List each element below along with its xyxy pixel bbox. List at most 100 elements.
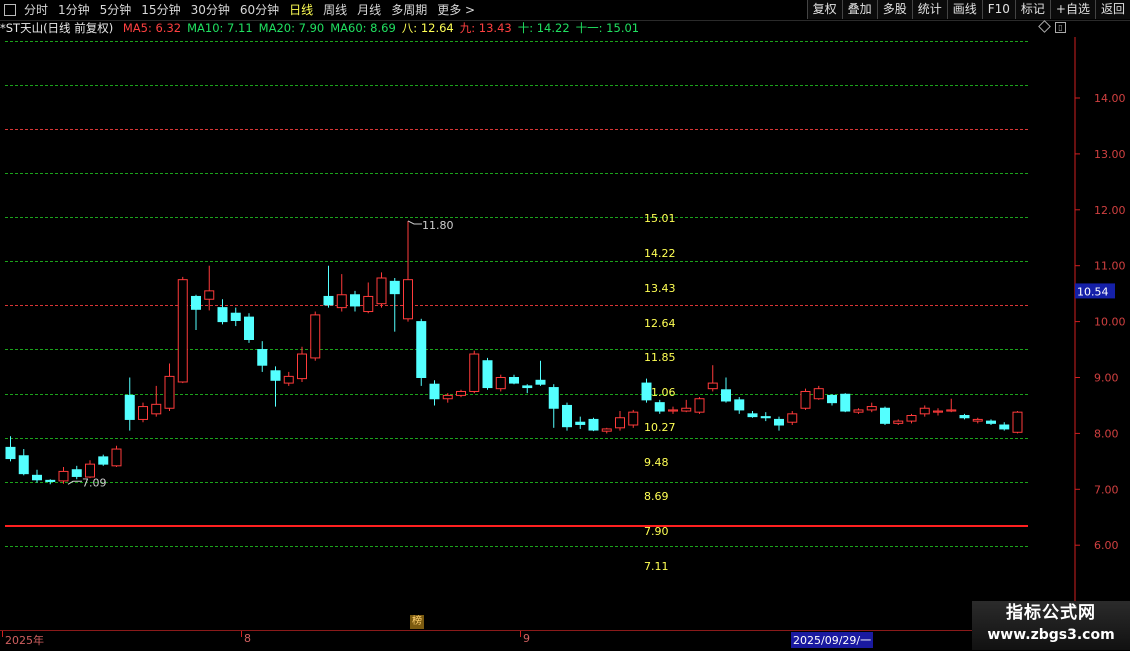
date-axis-tick (520, 631, 521, 637)
chart-controls: ▯ (1038, 20, 1066, 33)
tab-8[interactable]: 月线 (352, 0, 386, 20)
candle-body (257, 349, 268, 366)
tab-9[interactable]: 多周期 (386, 0, 432, 20)
indicator-value-3: MA60: 8.69 (330, 21, 396, 35)
candle-body (747, 413, 758, 418)
candle-body (522, 385, 533, 389)
candle-body (893, 420, 904, 424)
candle-body (827, 394, 837, 404)
y-tick-label: 14.00 (1094, 92, 1126, 105)
level-label: 7.11 (644, 560, 669, 573)
date-axis-label: 8 (244, 632, 251, 645)
level-label: 13.43 (644, 282, 676, 295)
y-tick-label: 11.00 (1094, 260, 1126, 273)
y-tick-label: 7.00 (1094, 483, 1119, 496)
crosshair-date: 2025/09/29/一 (791, 632, 874, 648)
tab-6[interactable]: 日线 (284, 0, 318, 20)
candle-body (509, 377, 519, 384)
candle-body (442, 394, 453, 400)
toolbar-button-7[interactable]: +自选 (1049, 0, 1095, 19)
candle-body (787, 413, 798, 423)
candle-body (681, 407, 692, 412)
high-label: 11.80 (422, 219, 454, 232)
candle-body (244, 316, 254, 340)
toolbar-button-6[interactable]: 标记 (1014, 0, 1050, 19)
candle-body (588, 418, 599, 431)
candle-body (946, 409, 957, 412)
candle-body (853, 409, 864, 413)
y-tick-label: 13.00 (1094, 148, 1126, 161)
candle-body (297, 353, 307, 380)
candle-body (1012, 411, 1023, 433)
tab-1[interactable]: 1分钟 (53, 0, 95, 20)
candle-body (535, 379, 546, 385)
candle-body (774, 418, 784, 426)
candle-body (389, 280, 400, 295)
tab-4[interactable]: 30分钟 (186, 0, 235, 20)
tab-0[interactable]: 分时 (19, 0, 53, 20)
indicator-info-bar: *ST天山(日线 前复权) MA5: 6.32 MA10: 7.11 MA20: 7… (0, 20, 645, 37)
tab-3[interactable]: 15分钟 (136, 0, 185, 20)
candle-body (18, 455, 29, 475)
candle-body (363, 295, 374, 313)
candle-body (336, 294, 347, 309)
date-axis-tick (241, 631, 242, 637)
candle-body (800, 390, 811, 409)
period-toolbar: 分时 1分钟 5分钟 15分钟 30分钟 60分钟 日线 周线 月线 多周期 更多 > 复权 叠加 多股… (0, 0, 1130, 21)
candle-body (456, 390, 466, 396)
toolbar-buttons: 复权 叠加 多股 统计 画线 F10 标记 +自选 返回 (806, 0, 1130, 20)
candle-body (628, 411, 639, 426)
tab-5[interactable]: 60分钟 (235, 0, 284, 20)
candle-body (191, 295, 201, 310)
tab-2[interactable]: 5分钟 (95, 0, 137, 20)
candle-body (906, 415, 917, 422)
tab-7[interactable]: 周线 (318, 0, 352, 20)
toolbar-button-0[interactable]: 复权 (806, 0, 842, 19)
level-label: 9.48 (644, 456, 669, 469)
window-icon[interactable] (4, 4, 16, 16)
stock-title[interactable]: *ST天山(日线 前复权) (0, 21, 113, 35)
candlestick-chart[interactable]: 14.00 13.00 12.00 11.00 10.00 9.00 8.00 7.00 6.0… (0, 37, 1130, 630)
watermark-url: www.zbgs3.com (987, 627, 1115, 643)
candle-body (111, 448, 122, 467)
toolbar-button-2[interactable]: 多股 (876, 0, 912, 19)
candle-body (323, 295, 334, 306)
level-label: 14.22 (644, 247, 676, 260)
level-label: 7.90 (644, 525, 669, 538)
panel-toggle-icon[interactable]: ▯ (1055, 22, 1066, 33)
candle-body (124, 394, 135, 420)
diamond-icon[interactable] (1038, 20, 1051, 33)
candle-body (217, 307, 228, 323)
candle-body (283, 375, 294, 384)
candle-body (469, 353, 480, 392)
date-axis-label: 2025年 (5, 634, 44, 647)
candle-body (615, 417, 625, 429)
y-tick-label: 10.00 (1094, 316, 1126, 329)
date-axis-tick (2, 631, 3, 637)
toolbar-button-3[interactable]: 统计 (911, 0, 947, 19)
indicator-value-2: MA20: 7.90 (258, 21, 325, 35)
tab-10[interactable]: 更多 > (432, 0, 480, 20)
indicator-value-1: MA10: 7.11 (187, 21, 253, 35)
candle-body (32, 474, 42, 481)
candle-body (840, 393, 851, 412)
candle-body (138, 406, 148, 420)
date-axis-label: 9 (523, 632, 530, 645)
date-axis: 2025年 8 9 2025/09/29/一 (0, 630, 1075, 651)
toolbar-button-5[interactable]: F10 (981, 0, 1015, 19)
candle-body (562, 404, 572, 428)
toolbar-button-8[interactable]: 返回 (1094, 0, 1130, 19)
toolbar-button-4[interactable]: 画线 (946, 0, 982, 19)
candle-body (919, 407, 930, 415)
candle-body (959, 415, 970, 419)
ranking-badge[interactable]: 榜 (410, 615, 424, 629)
candle-body (760, 416, 771, 419)
candle-body (601, 428, 612, 432)
candle-body (972, 418, 983, 422)
current-price-label: 10.54 (1077, 285, 1109, 298)
indicator-value-0: MA5: 6.32 (122, 21, 182, 35)
toolbar-button-1[interactable]: 叠加 (841, 0, 877, 19)
candle-body (429, 383, 440, 400)
candle-body (270, 370, 281, 381)
watermark: 指标公式网 www.zbgs3.com (972, 601, 1130, 650)
